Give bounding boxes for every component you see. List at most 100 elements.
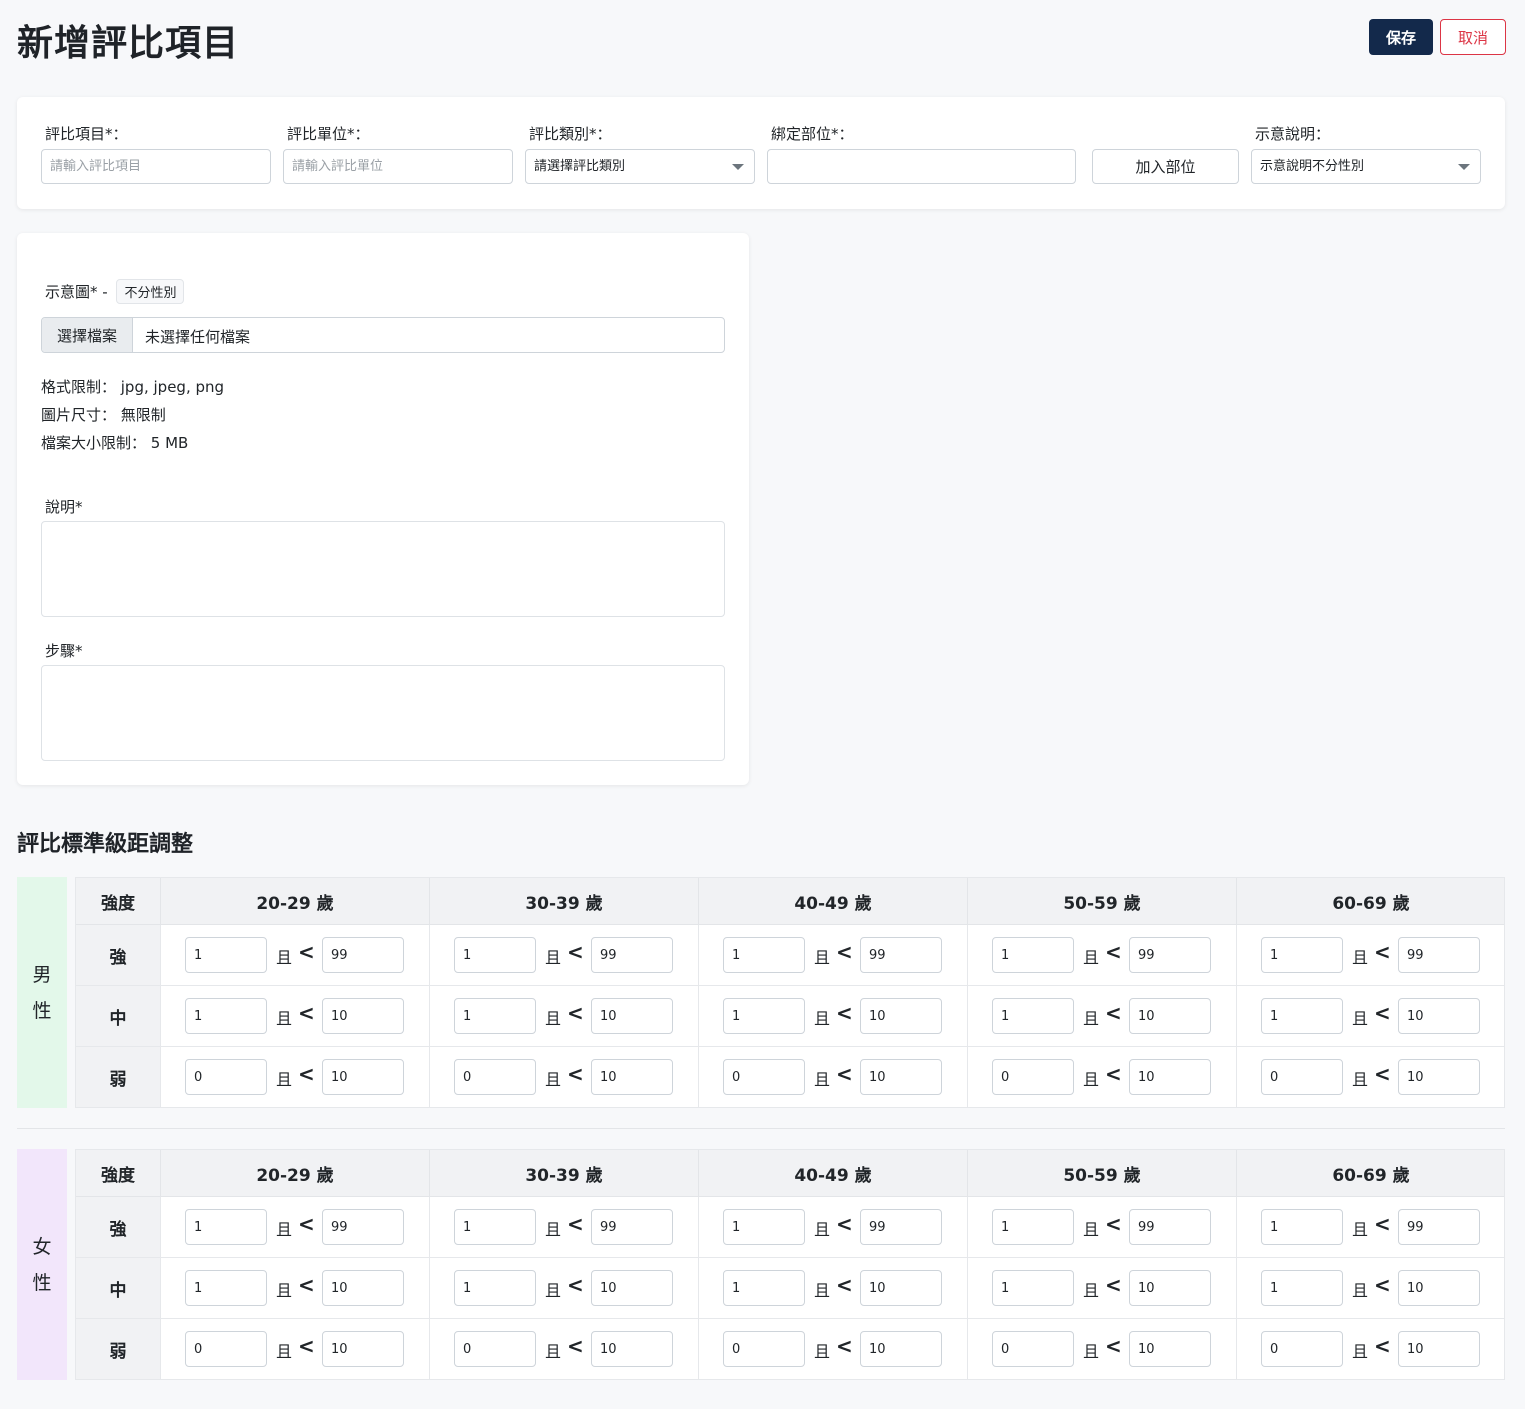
range-min-input[interactable] [185, 998, 267, 1034]
range-max-input[interactable] [860, 1331, 942, 1367]
range-min-input[interactable] [1261, 1209, 1343, 1245]
range-max-input[interactable] [1398, 1270, 1480, 1306]
range-min-input[interactable] [185, 1270, 267, 1306]
illustration-label: 示意說明： [1255, 125, 1331, 143]
range-max-input[interactable] [1398, 1059, 1480, 1095]
range-max-input[interactable] [591, 1270, 673, 1306]
range-min-input[interactable] [454, 937, 536, 973]
and-text: 且 [545, 1070, 562, 1089]
range-max-input[interactable] [322, 1331, 404, 1367]
range-max-input[interactable] [1129, 937, 1211, 973]
table-header-row: 強度 20-29 歲 30-39 歲 40-49 歲 50-59 歲 60-69 歲 [76, 878, 1504, 925]
table-row: 弱且<且<且<且<且< [76, 1047, 1504, 1108]
range-max-input[interactable] [1398, 1331, 1480, 1367]
range-max-input[interactable] [1129, 1209, 1211, 1245]
bind-part-input[interactable] [767, 149, 1076, 184]
range-max-input[interactable] [860, 998, 942, 1034]
save-button[interactable]: 保存 [1369, 19, 1433, 55]
range-cell: 且< [1236, 986, 1505, 1046]
range-max-input[interactable] [860, 1059, 942, 1095]
range-max-input[interactable] [322, 998, 404, 1034]
less-than-icon: < [1374, 1001, 1391, 1025]
range-min-input[interactable] [185, 1209, 267, 1245]
range-max-input[interactable] [591, 1059, 673, 1095]
range-max-input[interactable] [591, 937, 673, 973]
range-min-input[interactable] [185, 1059, 267, 1095]
range-min-input[interactable] [992, 1209, 1074, 1245]
less-than-icon: < [298, 1334, 315, 1358]
range-max-input[interactable] [322, 937, 404, 973]
less-than-icon: < [836, 1334, 853, 1358]
range-max-input[interactable] [591, 1209, 673, 1245]
description-textarea[interactable] [41, 521, 725, 617]
less-than-icon: < [836, 1273, 853, 1297]
less-than-icon: < [567, 1001, 584, 1025]
chevron-down-icon [732, 164, 744, 170]
range-min-input[interactable] [992, 1059, 1074, 1095]
and-text: 且 [1083, 1009, 1100, 1028]
steps-textarea[interactable] [41, 665, 725, 761]
range-max-input[interactable] [322, 1059, 404, 1095]
item-name-input[interactable] [41, 149, 271, 184]
less-than-icon: < [836, 1062, 853, 1086]
less-than-icon: < [1105, 1062, 1122, 1086]
file-size-limit-text: 檔案大小限制： 5 MB [41, 434, 189, 452]
range-cell: 且< [160, 986, 429, 1046]
range-min-input[interactable] [454, 1331, 536, 1367]
gender-label: 女性 [17, 1149, 67, 1380]
range-min-input[interactable] [992, 998, 1074, 1034]
range-min-input[interactable] [454, 998, 536, 1034]
range-max-input[interactable] [591, 998, 673, 1034]
range-min-input[interactable] [185, 937, 267, 973]
range-min-input[interactable] [992, 937, 1074, 973]
file-upload[interactable]: 選擇檔案 未選擇任何檔案 [41, 317, 725, 353]
and-text: 且 [545, 948, 562, 967]
range-min-input[interactable] [1261, 1059, 1343, 1095]
range-max-input[interactable] [591, 1331, 673, 1367]
range-min-input[interactable] [1261, 1270, 1343, 1306]
range-min-input[interactable] [454, 1059, 536, 1095]
range-max-input[interactable] [1398, 937, 1480, 973]
less-than-icon: < [567, 1273, 584, 1297]
range-max-input[interactable] [1129, 1270, 1211, 1306]
range-max-input[interactable] [1129, 998, 1211, 1034]
range-max-input[interactable] [1129, 1059, 1211, 1095]
range-max-input[interactable] [860, 1209, 942, 1245]
range-max-input[interactable] [322, 1270, 404, 1306]
illustration-select[interactable]: 示意說明不分性別 [1251, 149, 1481, 184]
range-min-input[interactable] [454, 1209, 536, 1245]
range-min-input[interactable] [723, 1059, 805, 1095]
range-max-input[interactable] [1398, 1209, 1480, 1245]
range-min-input[interactable] [723, 937, 805, 973]
range-min-input[interactable] [992, 1331, 1074, 1367]
table-row: 強且<且<且<且<且< [76, 1197, 1504, 1258]
range-min-input[interactable] [723, 1331, 805, 1367]
range-min-input[interactable] [723, 1209, 805, 1245]
add-part-button[interactable]: 加入部位 [1092, 149, 1239, 184]
range-min-input[interactable] [1261, 937, 1343, 973]
range-cell: 且< [698, 1197, 967, 1257]
range-min-input[interactable] [723, 998, 805, 1034]
range-max-input[interactable] [860, 1270, 942, 1306]
choose-file-button[interactable]: 選擇檔案 [42, 318, 133, 352]
and-text: 且 [1352, 1009, 1369, 1028]
less-than-icon: < [1374, 1273, 1391, 1297]
category-select[interactable]: 請選擇評比類別 [525, 149, 755, 184]
range-max-input[interactable] [322, 1209, 404, 1245]
range-min-input[interactable] [454, 1270, 536, 1306]
range-min-input[interactable] [723, 1270, 805, 1306]
range-max-input[interactable] [1129, 1331, 1211, 1367]
range-min-input[interactable] [185, 1331, 267, 1367]
range-cell: 且< [160, 1258, 429, 1318]
range-min-input[interactable] [992, 1270, 1074, 1306]
less-than-icon: < [567, 1212, 584, 1236]
range-max-input[interactable] [1398, 998, 1480, 1034]
range-max-input[interactable] [860, 937, 942, 973]
gender-label-char: 性 [32, 1271, 52, 1294]
range-min-input[interactable] [1261, 1331, 1343, 1367]
range-cell: 且< [967, 1047, 1236, 1107]
unit-input[interactable] [283, 149, 513, 184]
range-min-input[interactable] [1261, 998, 1343, 1034]
cancel-button[interactable]: 取消 [1440, 19, 1506, 55]
less-than-icon: < [298, 1062, 315, 1086]
